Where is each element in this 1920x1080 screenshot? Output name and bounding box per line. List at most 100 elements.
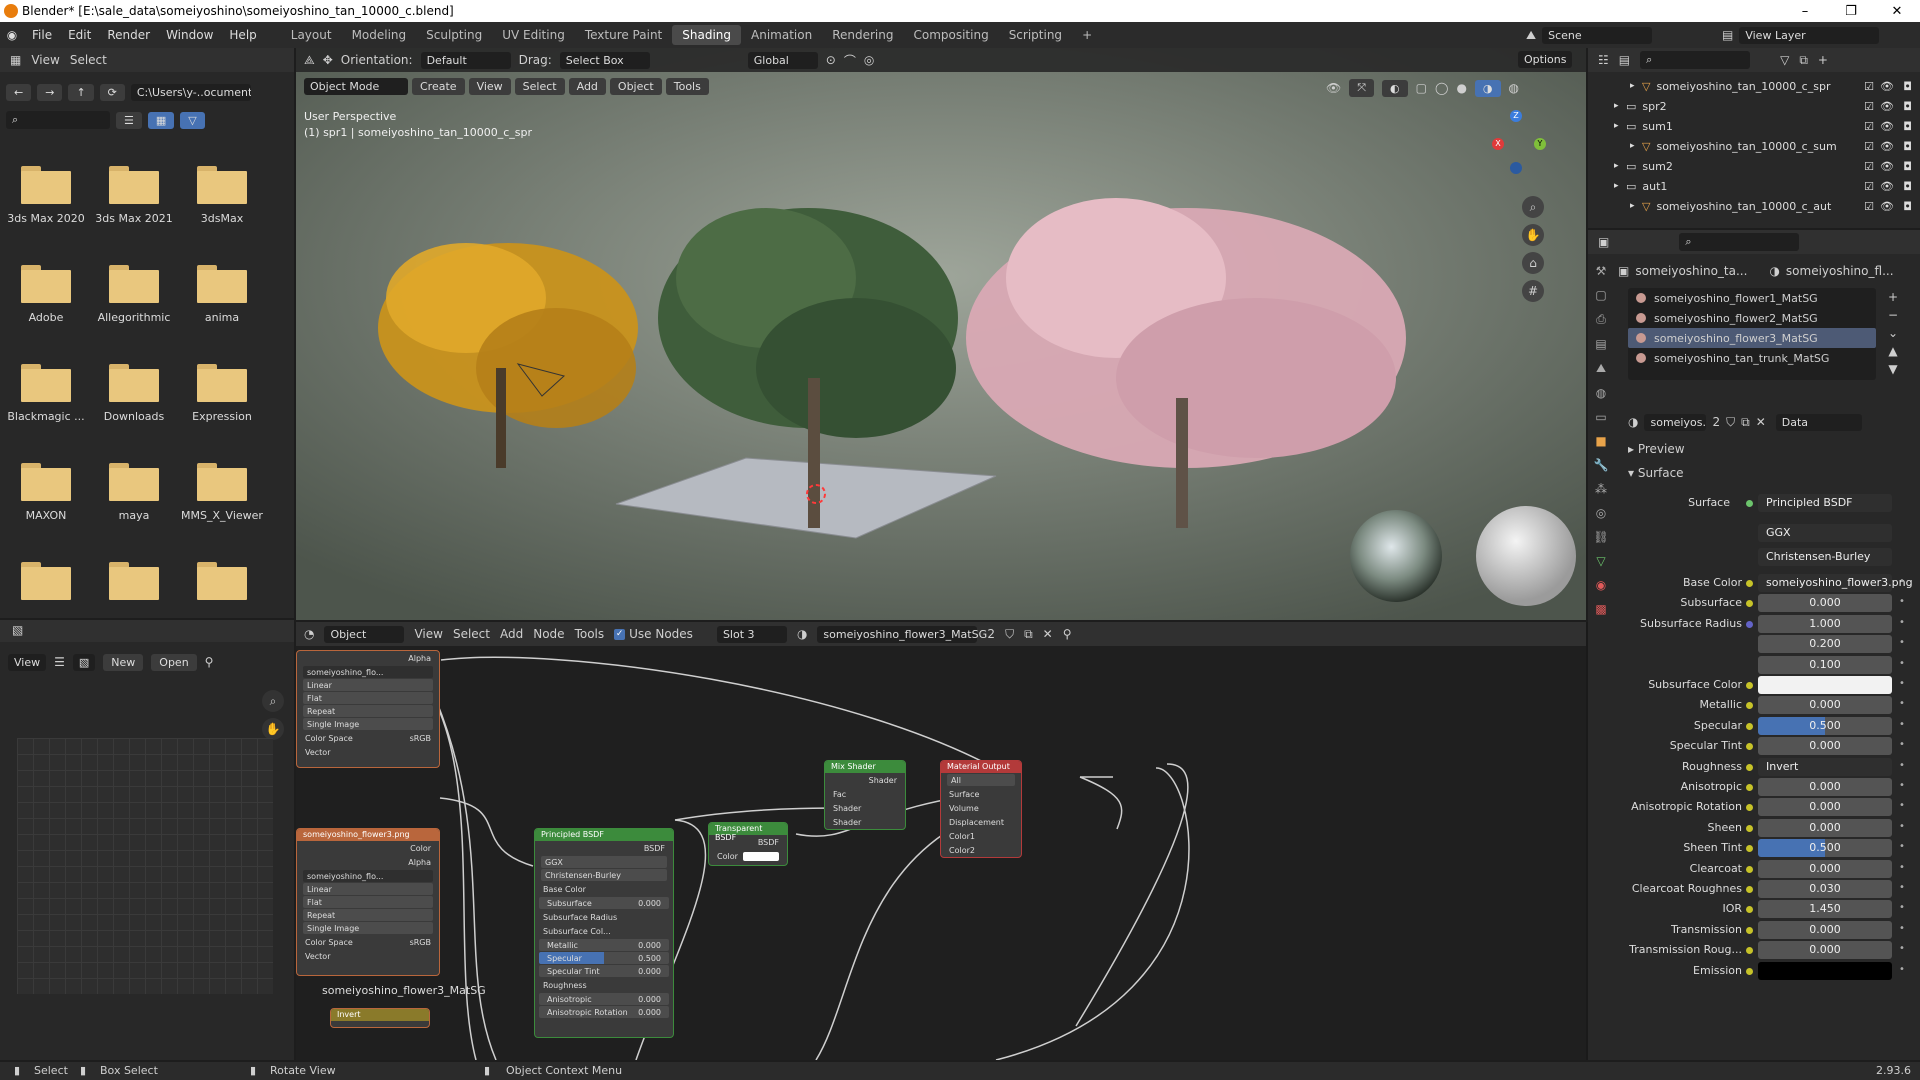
checkbox-icon[interactable]: ☑ (1864, 160, 1874, 173)
principled-bsdf-node[interactable]: Principled BSDF BSDF GGX Christensen-Bur… (534, 828, 674, 1038)
invert-node[interactable]: Invert (330, 1008, 430, 1028)
move-down-icon[interactable]: ▼ (1888, 362, 1897, 376)
slot-selector[interactable]: Slot 3 (716, 625, 787, 643)
alpha-output[interactable]: Alpha (408, 654, 431, 663)
maximize-button[interactable]: ❐ (1828, 0, 1874, 22)
socket-icon[interactable] (1746, 865, 1753, 873)
folder-item[interactable]: 3ds Max 2020 (2, 166, 90, 225)
preview-panel[interactable]: ▸ Preview (1628, 442, 1685, 456)
material-browse-icon[interactable]: ◑ (1628, 415, 1638, 429)
vector-input[interactable]: Vector (305, 748, 331, 757)
camera-icon[interactable]: ◘ (1903, 180, 1912, 193)
camera-icon[interactable]: ◘ (1903, 200, 1912, 213)
list-view-icon[interactable]: ☰ (116, 111, 142, 129)
menu-add[interactable]: Add (568, 77, 606, 95)
duplicate-icon[interactable]: ⧉ (1741, 415, 1750, 430)
camera-icon[interactable]: ◘ (1903, 120, 1912, 133)
material-name-field[interactable]: someiyos... (1644, 413, 1707, 431)
properties-search-input[interactable]: ⌕ (1679, 233, 1800, 251)
back-button[interactable]: ← (6, 83, 32, 101)
input-value-field[interactable]: 0.100 (1758, 655, 1892, 674)
folder-item[interactable]: maya (90, 463, 178, 522)
object-tab-icon[interactable]: ■ (1595, 434, 1606, 448)
new-collection-icon[interactable]: ⧉ (1799, 53, 1808, 68)
color2-input[interactable]: Color2 (949, 846, 975, 855)
checkbox-icon[interactable]: ☑ (1864, 180, 1874, 193)
bsdf-input-row[interactable]: Specular 0.500 (539, 952, 669, 964)
outliner-row[interactable]: ▸ ▭ sum2 ☑ 👁 ◘ (1588, 156, 1920, 176)
material-slot-item[interactable]: someiyoshino_tan_trunk_MatSG (1628, 348, 1876, 368)
blender-menu-icon[interactable]: ◉ (0, 28, 24, 42)
eye-icon[interactable]: 👁 (1880, 180, 1894, 193)
node-editor[interactable]: ◔ Object View Select Add Node Tools ✓ Use… (296, 622, 1586, 1060)
tab-animation[interactable]: Animation (741, 25, 822, 45)
drag-handle-icon[interactable]: • (1899, 923, 1905, 934)
scene-tab-icon[interactable]: ⛰ (1596, 361, 1606, 376)
drag-handle-icon[interactable]: • (1899, 862, 1905, 873)
editor-type-icon[interactable]: ▦ (10, 53, 21, 67)
input-value-field[interactable]: 0.000 (1758, 859, 1892, 878)
collection-tab-icon[interactable]: ▭ (1595, 410, 1606, 424)
projection-selector[interactable]: Flat (303, 692, 433, 704)
input-value-field[interactable]: 1.000 (1758, 614, 1892, 633)
expand-arrow-icon[interactable]: ▸ (1630, 201, 1642, 211)
source-selector[interactable]: Single Image (303, 922, 433, 934)
expand-arrow-icon[interactable]: ▸ (1630, 81, 1642, 91)
input-value-field[interactable]: 0.500 (1758, 716, 1892, 735)
color-space-selector[interactable]: sRGB (410, 734, 431, 743)
volume-input[interactable]: Volume (949, 804, 979, 813)
pin-icon[interactable]: ⚲ (205, 655, 214, 669)
checkbox-icon[interactable]: ☑ (1864, 80, 1874, 93)
checkbox-icon[interactable]: ☑ (1864, 140, 1874, 153)
render-tab-icon[interactable]: ▢ (1595, 288, 1606, 302)
drag-handle-icon[interactable]: • (1899, 943, 1905, 954)
drag-handle-icon[interactable]: • (1899, 841, 1905, 852)
drag-handle-icon[interactable]: • (1899, 760, 1905, 771)
gizmo-toggle-icon[interactable]: ⤧ (1349, 79, 1375, 97)
editor-type-icon[interactable]: ☷ (1598, 53, 1609, 67)
expand-arrow-icon[interactable]: ▸ (1614, 181, 1626, 191)
breadcrumb-object[interactable]: someiyoshino_ta... (1635, 264, 1747, 278)
socket-icon[interactable] (1746, 906, 1753, 914)
transparent-bsdf-node[interactable]: Transparent BSDF BSDF Color (708, 822, 788, 866)
drag-handle-icon[interactable]: • (1899, 698, 1905, 709)
pin-icon[interactable]: ⚲ (1063, 627, 1072, 641)
socket-icon[interactable] (1746, 824, 1753, 832)
rendered-shading-icon[interactable]: ◍ (1509, 81, 1519, 95)
use-nodes-checkbox[interactable]: ✓ Use Nodes (614, 627, 693, 641)
material-shading-icon[interactable]: ◑ (1474, 79, 1501, 97)
drag-handle-icon[interactable]: • (1899, 658, 1905, 669)
surface-panel[interactable]: ▾ Surface (1628, 466, 1684, 480)
camera-icon[interactable]: ◘ (1903, 160, 1912, 173)
unlink-icon[interactable]: ✕ (1043, 627, 1053, 641)
tab-rendering[interactable]: Rendering (822, 25, 903, 45)
menu-select[interactable]: Select (70, 53, 107, 67)
menu-create[interactable]: Create (412, 77, 465, 95)
socket-icon[interactable] (1746, 947, 1753, 955)
y-axis-icon[interactable]: Y (1534, 138, 1546, 150)
interpolation-selector[interactable]: Linear (303, 883, 433, 895)
tab-layout[interactable]: Layout (281, 25, 342, 45)
expand-arrow-icon[interactable]: ▸ (1614, 121, 1626, 131)
navigation-gizmo[interactable]: Z X Y (1476, 110, 1556, 190)
input-value-field[interactable]: 0.000 (1758, 594, 1892, 613)
eye-icon[interactable]: 👁 (1880, 80, 1894, 93)
editor-type-icon[interactable]: ⟁ (304, 53, 315, 68)
socket-icon[interactable] (1746, 600, 1753, 608)
input-value-field[interactable]: 0.200 (1758, 635, 1892, 654)
alpha-output[interactable]: Alpha (408, 858, 431, 867)
zoom-icon[interactable]: ⌕ (1522, 196, 1544, 218)
transform-orientation[interactable]: Global (747, 51, 818, 69)
checkbox-icon[interactable]: ☑ (1864, 100, 1874, 113)
drag-handle-icon[interactable]: • (1899, 821, 1905, 832)
extension-selector[interactable]: Repeat (303, 705, 433, 717)
eye-icon[interactable]: 👁 (1880, 100, 1894, 113)
duplicate-icon[interactable]: ⧉ (1024, 627, 1033, 642)
view-layer-selector[interactable]: View Layer (1739, 26, 1880, 44)
minimize-button[interactable]: – (1782, 0, 1828, 22)
outliner-row[interactable]: ▸ ▽ someiyoshino_tan_10000_c_sum ☑ 👁 ◘ (1588, 136, 1920, 156)
socket-icon[interactable] (1746, 620, 1753, 628)
menu-select[interactable]: Select (453, 627, 490, 641)
input-value-field[interactable]: 0.000 (1758, 778, 1892, 796)
projection-selector[interactable]: Flat (303, 896, 433, 908)
